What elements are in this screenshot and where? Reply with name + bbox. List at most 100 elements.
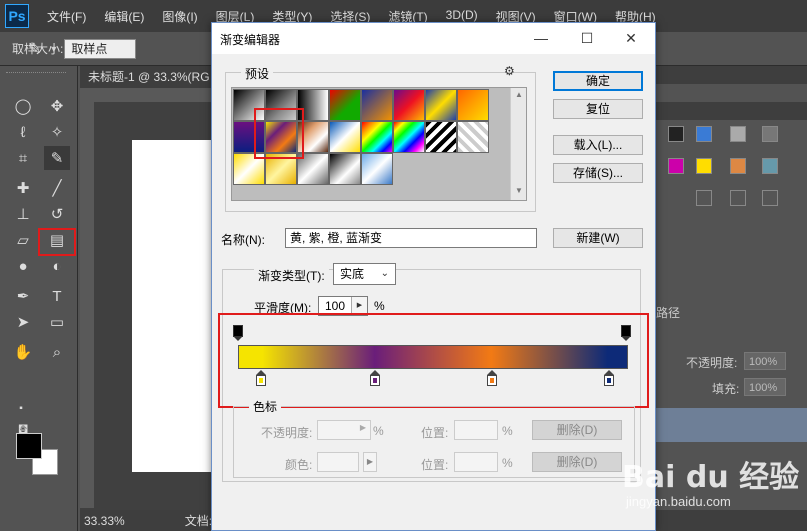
name-input[interactable]: 黄, 紫, 橙, 蓝渐变 — [285, 228, 537, 248]
style-swatch[interactable] — [762, 190, 778, 206]
preset-swatch[interactable] — [329, 89, 361, 121]
fill-field[interactable]: 100% — [744, 378, 786, 396]
highlight-selected-preset — [254, 108, 304, 159]
opacity-label: 不透明度: — [261, 426, 313, 440]
color-arrow-icon[interactable]: ▶ — [363, 452, 377, 472]
paths-tab[interactable]: 路径 — [656, 304, 680, 321]
photoshop-logo: Ps — [5, 4, 29, 28]
load-button[interactable]: 载入(L)... — [553, 135, 643, 155]
style-swatch[interactable] — [730, 158, 746, 174]
ok-button[interactable]: 确定 — [553, 71, 643, 91]
opacity-location-percent: % — [502, 424, 513, 438]
gradient-type-label: 渐变类型(T): — [254, 267, 329, 284]
gear-icon[interactable]: ⚙ — [504, 64, 515, 78]
color-label: 颜色: — [285, 458, 313, 472]
gradient-type-select[interactable]: 实底 ⌄ — [333, 263, 396, 285]
preset-swatch[interactable] — [361, 121, 393, 153]
highlight-gradient-ramp — [218, 313, 649, 408]
sample-size-select[interactable]: 取样点 — [64, 38, 137, 59]
stop-color-swatch[interactable] — [317, 452, 359, 472]
zoom-icon[interactable]: ⌕ — [44, 340, 70, 364]
blur-icon[interactable]: ● — [10, 254, 36, 278]
document-canvas[interactable] — [132, 140, 215, 472]
move-tool-icon[interactable]: ✥ — [44, 94, 70, 118]
right-panel: 路径 不透明度: 100% 填充: 100% — [655, 66, 807, 510]
preset-swatch[interactable] — [393, 121, 425, 153]
style-swatch[interactable] — [730, 126, 746, 142]
watermark-text: Bai du 经验 — [622, 460, 800, 495]
panel-grip[interactable] — [6, 72, 66, 76]
gradient-type-value: 实底 — [340, 267, 365, 281]
reset-button[interactable]: 复位 — [553, 99, 643, 119]
hand-icon[interactable]: ✋ — [10, 340, 36, 364]
preset-swatch[interactable] — [393, 89, 425, 121]
sample-size-label: 取样大小: — [12, 42, 64, 56]
dialog-title: 渐变编辑器 — [220, 33, 281, 47]
path-select-icon[interactable]: ➤ — [10, 310, 36, 334]
opacity-field[interactable]: 100% — [744, 352, 786, 370]
smoothness-value: 100 — [325, 299, 346, 313]
style-swatch[interactable] — [696, 126, 712, 142]
minimize-icon[interactable]: — — [528, 27, 554, 49]
stops-label: 色标 — [249, 398, 282, 415]
name-label: 名称(N): — [221, 233, 265, 247]
style-swatch[interactable] — [730, 190, 746, 206]
layer-row[interactable] — [656, 408, 807, 442]
delete-opacity-stop-button[interactable]: 删除(D) — [532, 420, 622, 440]
opacity-location-input[interactable] — [454, 420, 498, 440]
dialog-titlebar[interactable]: 渐变编辑器 — ☐ ✕ — [212, 23, 655, 54]
scroll-up-icon[interactable]: ▲ — [515, 90, 523, 99]
preset-swatch[interactable] — [361, 153, 393, 185]
tools-panel: ◯ ✥ ℓ ✧ ⌗ ✎ ✚ ╱ ⊥ ↺ ▱ ▤ ● ◐ ✒ T ➤ ▭ ✋ ⌕ … — [0, 66, 78, 531]
crop-icon[interactable]: ⌗ — [10, 146, 36, 170]
style-swatch[interactable] — [762, 126, 778, 142]
preset-swatch[interactable] — [329, 121, 361, 153]
color-location-percent: % — [502, 456, 513, 470]
fill-label: 填充: — [712, 382, 740, 396]
gradient-editor-dialog: 渐变编辑器 — ☐ ✕ 预设 ⚙ ▲ ▼ 确定 复位 载入(L)... 存储(S… — [211, 22, 656, 531]
vertical-ruler — [80, 88, 94, 508]
eyedropper-tool-icon[interactable]: ✎ — [44, 146, 70, 170]
document-tab[interactable]: 未标题-1 @ 33.3%(RG — [80, 66, 215, 88]
percent-label: % — [374, 299, 385, 313]
preset-swatch[interactable] — [329, 153, 361, 185]
healing-brush-icon[interactable]: ✚ — [10, 176, 36, 200]
style-swatch[interactable] — [696, 158, 712, 174]
new-button[interactable]: 新建(W) — [553, 228, 643, 248]
clone-stamp-icon[interactable]: ⊥ — [10, 202, 36, 226]
magic-wand-icon[interactable]: ✧ — [44, 120, 70, 144]
quick-mask-icon[interactable]: ◘ — [10, 416, 36, 440]
maximize-icon[interactable]: ☐ — [574, 27, 600, 49]
menu-image[interactable]: 图像(I) — [162, 8, 197, 25]
lasso-icon[interactable]: ℓ — [10, 120, 36, 144]
history-brush-icon[interactable]: ↺ — [44, 202, 70, 226]
chevron-down-icon: ⌄ — [380, 268, 389, 279]
eraser-icon[interactable]: ▱ — [10, 228, 36, 252]
close-icon[interactable]: ✕ — [618, 27, 644, 49]
menu-edit[interactable]: 编辑(E) — [104, 8, 144, 25]
preset-swatch[interactable] — [457, 121, 489, 153]
stop-opacity-input[interactable]: ▶ — [317, 420, 371, 440]
preset-swatch[interactable] — [425, 121, 457, 153]
menu-file[interactable]: 文件(F) — [47, 8, 86, 25]
style-swatch[interactable] — [762, 158, 778, 174]
preset-swatch[interactable] — [425, 89, 457, 121]
scroll-down-icon[interactable]: ▼ — [515, 186, 523, 195]
style-swatch[interactable] — [668, 126, 684, 142]
save-button[interactable]: 存储(S)... — [553, 163, 643, 183]
delete-color-stop-button[interactable]: 删除(D) — [532, 452, 622, 472]
ellipse-marquee-icon[interactable]: ◯ — [10, 94, 36, 118]
presets-scrollbar[interactable]: ▲ ▼ — [510, 88, 526, 200]
color-location-input[interactable] — [454, 452, 498, 472]
pen-icon[interactable]: ✒ — [10, 284, 36, 308]
zoom-level[interactable]: 33.33% — [84, 514, 125, 528]
style-swatch[interactable] — [668, 158, 684, 174]
presets-label: 预设 — [241, 65, 274, 82]
dodge-icon[interactable]: ◐ — [44, 254, 70, 278]
preset-swatch[interactable] — [361, 89, 393, 121]
brush-icon[interactable]: ╱ — [44, 176, 70, 200]
rectangle-icon[interactable]: ▭ — [44, 310, 70, 334]
style-swatch[interactable] — [696, 190, 712, 206]
preset-swatch[interactable] — [457, 89, 489, 121]
type-tool-icon[interactable]: T — [44, 284, 70, 308]
